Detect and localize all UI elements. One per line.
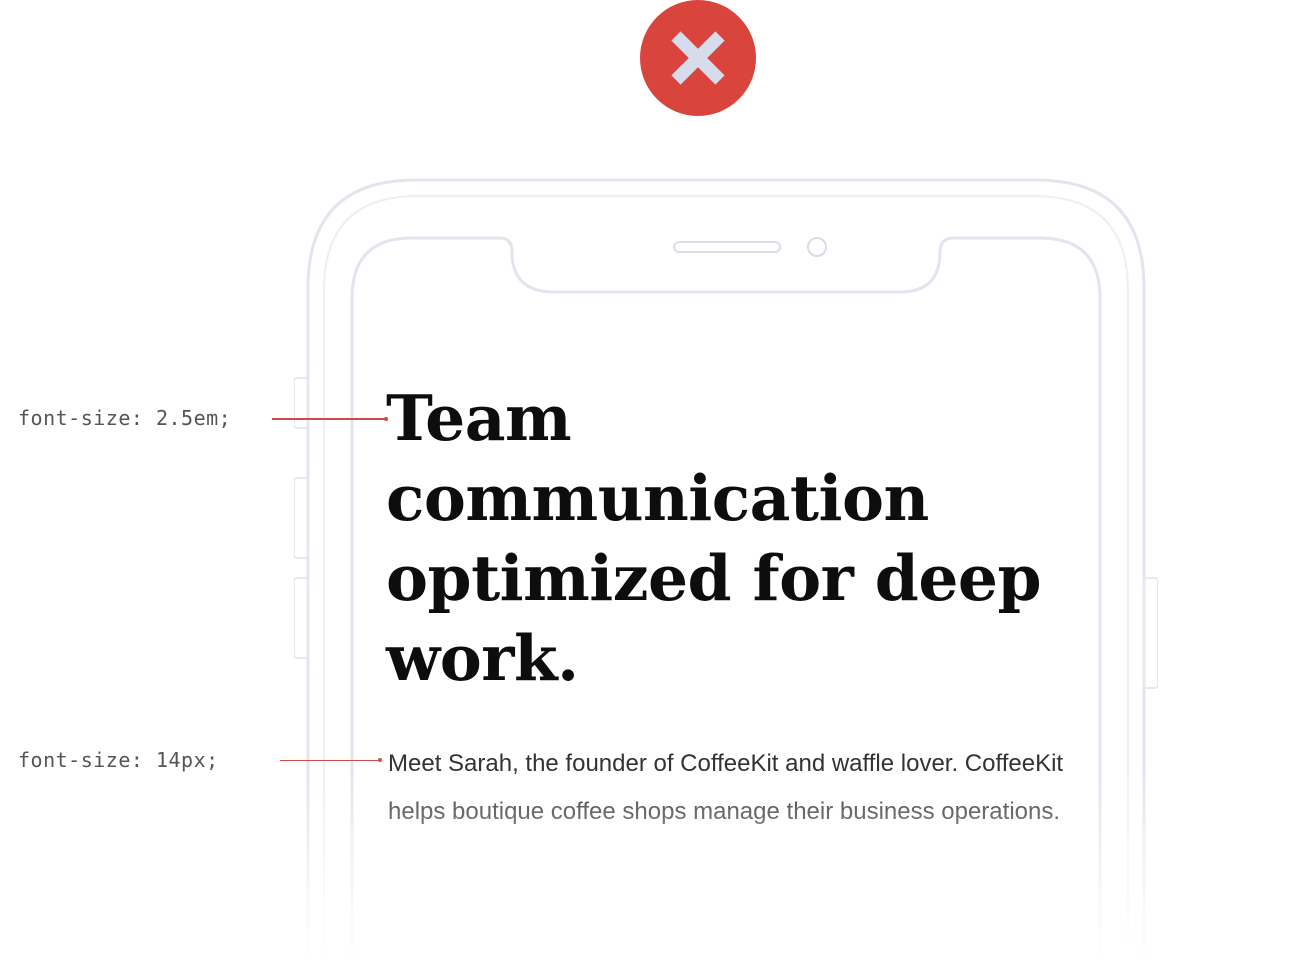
annotation-label-headline-size: font-size: 2.5em; [18, 406, 232, 430]
page-headline: Team communication optimized for deep wo… [386, 381, 1042, 695]
close-icon [671, 31, 725, 85]
annotation-line-body [280, 760, 380, 761]
annotation-dot-body [378, 758, 382, 762]
incorrect-badge [640, 0, 756, 116]
annotation-label-body-size: font-size: 14px; [18, 748, 219, 772]
annotation-line-headline [272, 418, 386, 420]
body-paragraph: Meet Sarah, the founder of CoffeeKit and… [388, 750, 1064, 825]
